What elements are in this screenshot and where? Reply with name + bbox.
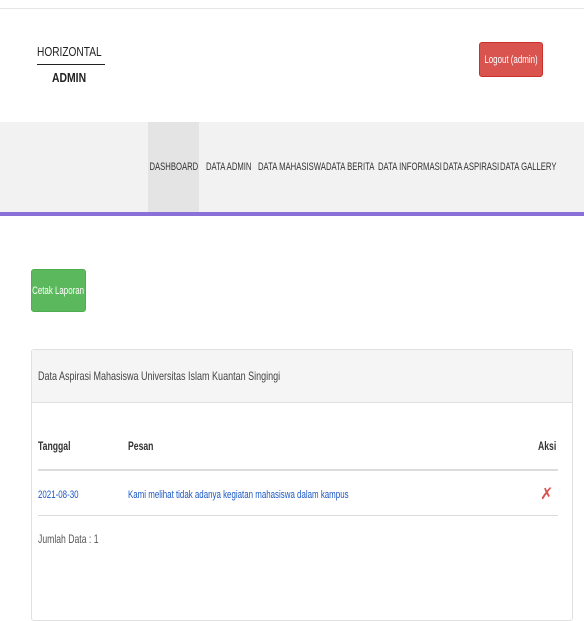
top-divider xyxy=(0,8,584,9)
table-row-divider xyxy=(38,515,558,516)
logout-button[interactable]: Logout (admin) xyxy=(479,42,543,77)
nav-item-label: DATA INFORMASI xyxy=(378,161,442,173)
nav-item-label: DATA ADMIN xyxy=(206,161,252,173)
table-row: 2021-08-30 xyxy=(38,489,94,501)
total-count-label: Jumlah Data : 1 xyxy=(38,532,99,546)
total-count: Jumlah Data : 1 xyxy=(38,532,122,546)
print-report-button-label: Cetak Laporan xyxy=(32,284,85,297)
nav-item-label: DASHBOARD xyxy=(149,161,198,173)
brand-logo[interactable]: HORIZONTAL ADMIN xyxy=(37,43,105,87)
column-header-label: Pesan xyxy=(128,439,154,453)
nav-item-data-gallery[interactable]: DATA GALLERY xyxy=(500,122,581,212)
column-header-aksi: Aksi xyxy=(538,439,563,453)
nav-item-label: DATA GALLERY xyxy=(500,161,557,173)
aspirasi-panel: Data Aspirasi Mahasiswa Universitas Isla… xyxy=(31,349,573,621)
nav-item-label: DATA BERITA xyxy=(326,161,375,173)
nav-item-dashboard[interactable]: DASHBOARD xyxy=(148,122,199,212)
panel-heading: Data Aspirasi Mahasiswa Universitas Isla… xyxy=(32,350,572,403)
brand-divider xyxy=(37,64,105,65)
nav-accent-bar xyxy=(0,212,584,216)
panel-title: Data Aspirasi Mahasiswa Universitas Isla… xyxy=(38,369,281,383)
column-header-label: Aksi xyxy=(538,439,557,453)
delete-icon[interactable]: ✗ xyxy=(540,484,553,504)
table-header-divider xyxy=(38,469,558,471)
main-navbar: DASHBOARD DATA ADMIN DATA MAHASISWA DATA… xyxy=(0,122,584,212)
nav-item-label: DATA ASPIRASI xyxy=(443,161,500,173)
row-date-link[interactable]: 2021-08-30 xyxy=(38,489,79,501)
nav-item-label: DATA MAHASISWA xyxy=(258,161,326,173)
table-row-message: Kami melihat tidak adanya kegiatan mahas… xyxy=(128,489,434,501)
brand-line1: HORIZONTAL xyxy=(37,44,102,59)
brand-line2: ADMIN xyxy=(52,70,87,85)
column-header-label: Tanggal xyxy=(38,439,71,453)
logout-button-label: Logout (admin) xyxy=(484,53,538,66)
column-header-tanggal: Tanggal xyxy=(38,439,83,453)
column-header-pesan: Pesan xyxy=(128,439,163,453)
row-message-link[interactable]: Kami melihat tidak adanya kegiatan mahas… xyxy=(128,489,349,501)
print-report-button[interactable]: Cetak Laporan xyxy=(31,269,86,312)
